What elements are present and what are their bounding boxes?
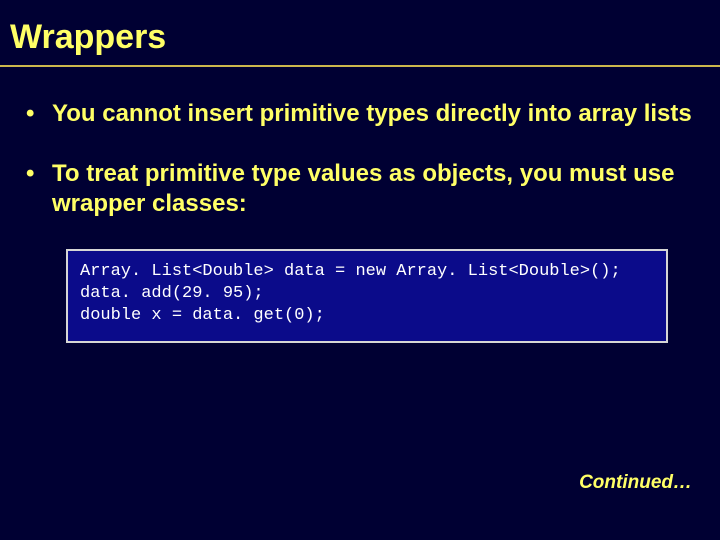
slide-content: You cannot insert primitive types direct… [0,67,720,343]
bullet-item: To treat primitive type values as object… [22,159,698,219]
bullet-list: You cannot insert primitive types direct… [22,99,698,219]
slide-title: Wrappers [0,0,720,65]
continued-label: Continued… [579,472,692,494]
bullet-item: You cannot insert primitive types direct… [22,99,698,129]
slide: Wrappers You cannot insert primitive typ… [0,0,720,540]
code-block: Array. List<Double> data = new Array. Li… [66,249,668,343]
